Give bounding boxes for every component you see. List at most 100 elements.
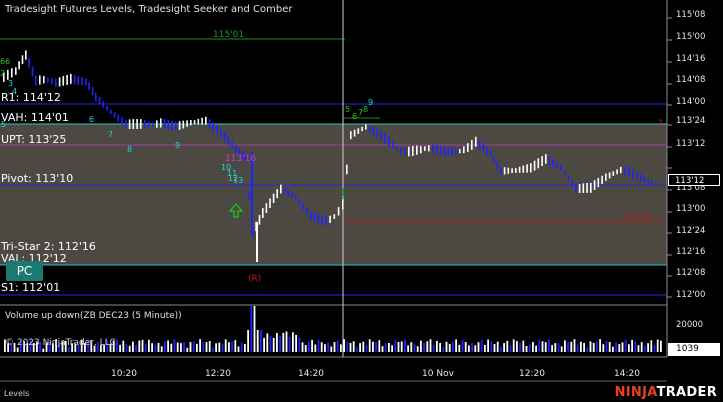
volume-bar: [394, 339, 397, 352]
volume-bar: [327, 342, 329, 352]
volume-bar: [624, 339, 627, 352]
copyright-text: © 2023 NinjaTrader, LLC: [5, 338, 116, 348]
volume-bar: [320, 342, 323, 352]
volume-bar: [528, 344, 531, 352]
volume-bar: [560, 346, 563, 352]
price-bar: [223, 131, 226, 142]
price-bar: [586, 183, 588, 193]
price-bar: [35, 75, 37, 86]
seeker-count-label: 7: [108, 130, 113, 139]
volume-bar: [282, 332, 285, 352]
volume-bar: [429, 339, 432, 352]
volume-bar: [144, 344, 147, 352]
price-bar: [262, 208, 264, 218]
price-axis-label: 114'16: [676, 54, 706, 64]
volume-bar: [541, 341, 544, 352]
volume-bar: [516, 341, 518, 352]
volume-bar: [372, 341, 374, 352]
volume-bar: [381, 346, 384, 352]
price-bar: [467, 143, 469, 152]
price-bar: [436, 144, 438, 155]
price-bar: [518, 166, 521, 173]
price-bar: [408, 146, 410, 157]
price-bar: [186, 120, 188, 127]
volume-bar: [416, 346, 419, 352]
price-bar: [511, 168, 513, 173]
volume-bar: [464, 342, 467, 352]
level-vah-label: VAH: 114'01: [1, 111, 69, 124]
volume-bar: [448, 343, 451, 352]
volume-bar: [551, 345, 553, 352]
price-bar: [325, 215, 327, 226]
price-bar: [533, 160, 536, 171]
volume-bar: [247, 330, 249, 352]
level-upt-label: UPT: 113'25: [1, 133, 67, 146]
comber-count-label: 66: [0, 57, 10, 66]
price-bar: [471, 139, 473, 150]
volume-bar: [298, 337, 301, 352]
volume-bar: [589, 341, 592, 352]
price-bar: [128, 119, 131, 129]
volume-bar: [314, 344, 317, 352]
pc-button[interactable]: PC: [6, 261, 43, 281]
price-bar: [552, 159, 555, 168]
price-bar: [478, 140, 481, 150]
price-bar: [647, 179, 650, 184]
price-bar: [384, 133, 386, 144]
volume-bar: [474, 345, 477, 352]
price-bar: [346, 164, 348, 175]
price-bar: [537, 158, 540, 169]
price-bar: [58, 77, 61, 87]
volume-bar: [359, 343, 361, 352]
price-bar: [43, 76, 45, 84]
price-bar: [205, 116, 207, 125]
price-bar: [125, 119, 127, 129]
volume-bar: [535, 345, 537, 352]
price-bar: [608, 172, 611, 179]
price-bar: [640, 174, 642, 181]
volume-bar: [125, 344, 128, 352]
level-r1-label: R1: 114'12: [1, 91, 61, 104]
price-bar: [350, 131, 352, 140]
price-bar: [337, 207, 340, 216]
volume-bar: [164, 341, 166, 352]
volume-bar: [221, 344, 224, 352]
price-bar: [73, 74, 76, 85]
volume-bar: [496, 341, 499, 352]
volume-bar: [260, 330, 262, 352]
price-bar: [628, 167, 630, 178]
volume-bar: [16, 347, 19, 352]
volume-bar: [580, 341, 582, 352]
volume-bar: [644, 345, 646, 352]
volume-bar: [480, 340, 483, 352]
price-bar: [643, 176, 646, 183]
price-bar: [571, 180, 573, 187]
price-axis-label: 113'12: [676, 139, 706, 149]
volume-bar: [599, 339, 601, 352]
volume-bar: [407, 345, 409, 352]
volume-bar: [605, 340, 608, 352]
volume-bar: [557, 343, 560, 352]
volume-bar: [148, 339, 150, 352]
volume-bar: [512, 339, 515, 352]
volume-bar: [656, 339, 659, 352]
price-bar: [624, 166, 626, 175]
price-bar: [455, 148, 457, 156]
price-bar: [578, 184, 581, 193]
volume-bar: [183, 342, 185, 352]
price-bar: [51, 78, 53, 85]
volume-bar: [122, 340, 125, 352]
volume-bar: [180, 343, 182, 352]
price-bar: [459, 149, 461, 154]
volume-bar: [186, 347, 189, 352]
price-bar: [392, 141, 394, 149]
price-bar: [493, 156, 495, 164]
price-bar: [287, 189, 290, 197]
price-bar: [21, 55, 24, 65]
volume-bar: [602, 344, 605, 352]
volume-bar: [525, 346, 528, 352]
volume-bar: [333, 342, 336, 352]
price-bar: [98, 97, 101, 105]
price-bar: [632, 169, 634, 180]
volume-bar: [119, 344, 121, 352]
